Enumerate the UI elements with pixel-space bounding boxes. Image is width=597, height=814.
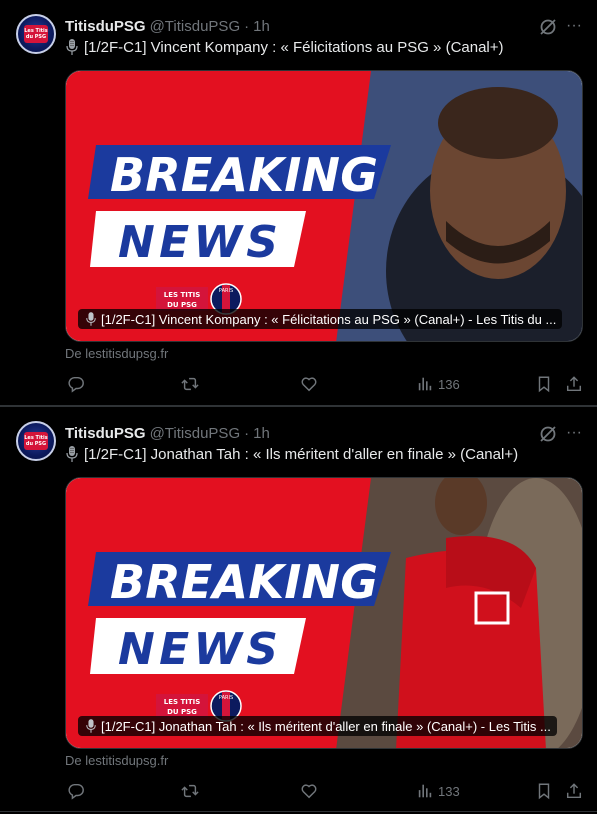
author-handle[interactable]: @TitisduPSG [150, 425, 241, 442]
tweet[interactable]: Les Titis du PSG TitisduPSG @TitisduPSG … [0, 406, 597, 812]
tweet-text: [1/2F-C1] Vincent Kompany : « Félicitati… [65, 38, 504, 56]
card-logo-badge: PARIS [219, 288, 233, 294]
tweet[interactable]: Les Titis du PSG TitisduPSG @TitisduPSG … [0, 0, 597, 406]
views-icon [418, 784, 432, 798]
timestamp[interactable]: 1h [253, 425, 270, 442]
separator-dot: · [244, 424, 250, 442]
retweet-button[interactable] [181, 781, 199, 801]
card-headline-2: NEWS [118, 624, 278, 675]
reply-button[interactable] [67, 781, 85, 801]
bookmark-button[interactable] [535, 781, 553, 801]
card-headline-1: BREAKING [110, 148, 378, 202]
retweet-icon [181, 377, 199, 391]
more-icon[interactable]: ··· [564, 424, 584, 444]
link-card[interactable]: BREAKING NEWS LES TITIS DU PSG PARIS [1/… [65, 477, 583, 749]
card-image: BREAKING NEWS LES TITIS DU PSG PARIS [66, 478, 582, 748]
tweet-header: TitisduPSG @TitisduPSG · 1h [65, 423, 270, 443]
reply-button[interactable] [67, 374, 85, 394]
retweet-button[interactable] [181, 374, 199, 394]
views-icon [418, 377, 432, 391]
author-name[interactable]: TitisduPSG [65, 18, 146, 35]
bookmark-icon [538, 376, 550, 393]
action-bar: 133 [65, 781, 585, 801]
views-button[interactable]: 133 [416, 781, 460, 801]
tweet-header: TitisduPSG @TitisduPSG · 1h [65, 16, 270, 36]
grok-icon[interactable] [538, 17, 558, 37]
card-headline-2: NEWS [118, 217, 278, 268]
card-caption-text: [1/2F-C1] Jonathan Tah : « Ils méritent … [101, 718, 551, 734]
microphone-icon [65, 38, 79, 56]
card-image: BREAKING NEWS LES TITIS DU PSG PARIS [66, 71, 582, 341]
reply-icon [68, 783, 84, 800]
card-caption: [1/2F-C1] Vincent Kompany : « Félicitati… [78, 309, 563, 329]
link-card[interactable]: BREAKING NEWS LES TITIS DU PSG PARIS [1/… [65, 70, 583, 342]
author-name[interactable]: TitisduPSG [65, 425, 146, 442]
card-logo-text-2: DU PSG [167, 708, 197, 716]
share-button[interactable] [565, 374, 583, 394]
like-icon [301, 377, 317, 392]
microphone-icon [65, 445, 79, 463]
card-logo-badge: PARIS [219, 695, 233, 701]
card-caption: [1/2F-C1] Jonathan Tah : « Ils méritent … [78, 716, 557, 736]
card-source[interactable]: De lestitisdupsg.fr [65, 346, 168, 361]
avatar-badge: Les Titis du PSG [24, 432, 48, 450]
author-handle[interactable]: @TitisduPSG [150, 18, 241, 35]
tweet-text-content: [1/2F-C1] Jonathan Tah : « Ils méritent … [84, 445, 519, 463]
reply-icon [68, 376, 84, 393]
avatar[interactable]: Les Titis du PSG [16, 14, 56, 54]
retweet-icon [181, 784, 199, 798]
grok-icon[interactable] [538, 424, 558, 444]
share-button[interactable] [565, 781, 583, 801]
avatar[interactable]: Les Titis du PSG [16, 421, 56, 461]
card-source[interactable]: De lestitisdupsg.fr [65, 753, 168, 768]
bookmark-button[interactable] [535, 374, 553, 394]
microphone-icon [85, 718, 97, 733]
tweet-text-content: [1/2F-C1] Vincent Kompany : « Félicitati… [84, 38, 504, 56]
views-count: 136 [438, 376, 460, 392]
card-headline-1: BREAKING [110, 555, 378, 609]
bookmark-icon [538, 783, 550, 800]
microphone-icon [85, 311, 97, 326]
timestamp[interactable]: 1h [253, 18, 270, 35]
separator-dot: · [244, 17, 250, 35]
views-button[interactable]: 136 [416, 374, 460, 394]
card-caption-text: [1/2F-C1] Vincent Kompany : « Félicitati… [101, 311, 557, 327]
like-button[interactable] [300, 374, 318, 394]
more-icon[interactable]: ··· [564, 17, 584, 37]
tweet-text: [1/2F-C1] Jonathan Tah : « Ils méritent … [65, 445, 518, 463]
share-icon [566, 376, 582, 392]
card-logo-text-1: LES TITIS [164, 291, 201, 299]
views-count: 133 [438, 783, 460, 799]
card-logo-text-1: LES TITIS [164, 698, 201, 706]
share-icon [566, 783, 582, 799]
like-icon [301, 784, 317, 799]
action-bar: 136 [65, 374, 585, 394]
like-button[interactable] [300, 781, 318, 801]
avatar-badge: Les Titis du PSG [24, 25, 48, 43]
card-logo-text-2: DU PSG [167, 301, 197, 309]
